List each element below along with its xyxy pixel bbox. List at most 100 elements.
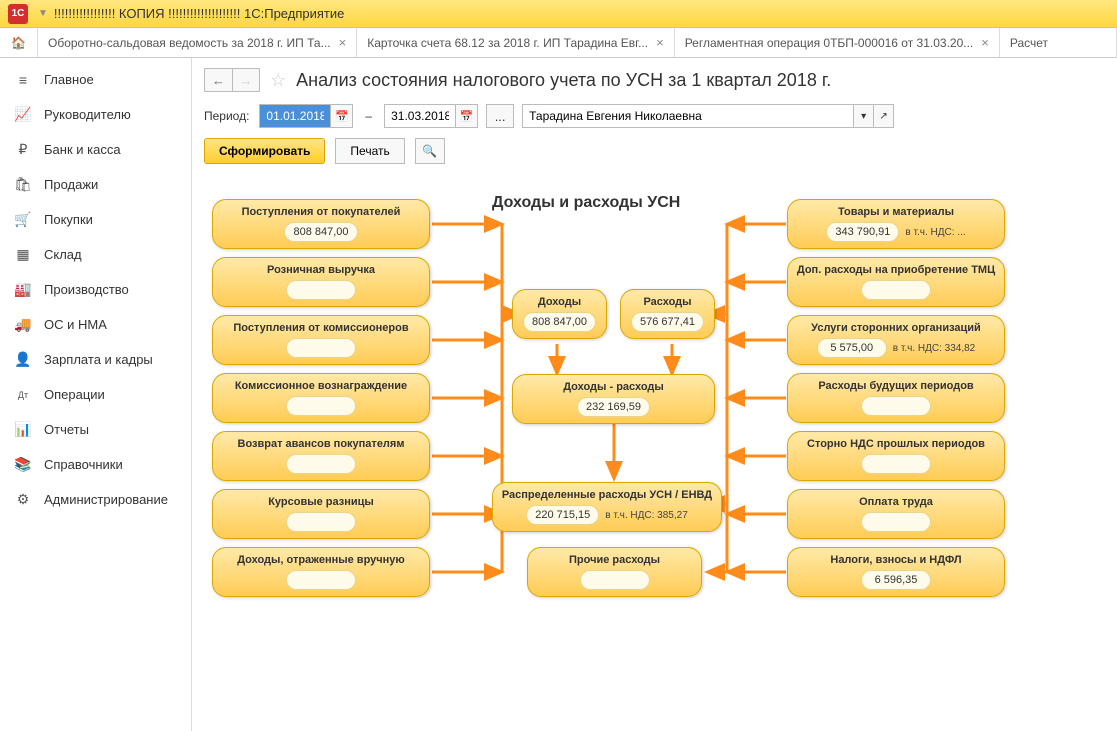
block-title: Доходы <box>521 296 598 308</box>
close-icon[interactable]: × <box>656 35 664 50</box>
nav-main[interactable]: ≡Главное <box>0 62 191 97</box>
nav-label: Справочники <box>44 457 123 472</box>
nav-production[interactable]: 🏭Производство <box>0 272 191 307</box>
menu-icon: ≡ <box>14 71 32 89</box>
nav-bank[interactable]: ₽Банк и касса <box>0 132 191 167</box>
diagram-title: Доходы и расходы УСН <box>492 194 680 212</box>
dropdown-icon[interactable]: ▾ <box>853 105 873 127</box>
block-value: 808 847,00 <box>523 312 596 332</box>
nav-label: Отчеты <box>44 422 89 437</box>
sidebar: ≡Главное 📈 Руководителю ₽Банк и касса 🛍Пр… <box>0 58 192 731</box>
person-select[interactable]: ▾ ↗ <box>522 104 894 128</box>
content-header: ← → ☆ Анализ состояния налогового учета … <box>192 58 1117 98</box>
block-return[interactable]: Возврат авансов покупателям <box>212 431 430 481</box>
nav-sales[interactable]: 🛍Продажи <box>0 167 191 202</box>
title-dropdown-icon[interactable]: ▼ <box>38 8 48 19</box>
cart-icon: 🛒 <box>14 211 32 229</box>
block-commission[interactable]: Комиссионное вознаграждение <box>212 373 430 423</box>
toolbar: Период: 📅 – 📅 ... ▾ ↗ <box>192 98 1117 134</box>
generate-button[interactable]: Сформировать <box>204 138 325 164</box>
close-icon[interactable]: × <box>339 35 347 50</box>
block-value <box>861 454 931 474</box>
block-expense[interactable]: Расходы576 677,41 <box>620 289 715 339</box>
ruble-icon: ₽ <box>14 141 32 159</box>
nav-label: Администрирование <box>44 492 168 507</box>
nav-salary[interactable]: 👤Зарплата и кадры <box>0 342 191 377</box>
nav-label: ОС и НМА <box>44 317 107 332</box>
block-manual-income[interactable]: Доходы, отраженные вручную <box>212 547 430 597</box>
block-diff[interactable]: Доходы - расходы 232 169,59 <box>512 374 715 424</box>
block-buyers[interactable]: Поступления от покупателей808 847,00 <box>212 199 430 249</box>
block-retail[interactable]: Розничная выручка <box>212 257 430 307</box>
block-title: Расходы <box>629 296 706 308</box>
nav-assets[interactable]: 🚚ОС и НМА <box>0 307 191 342</box>
block-title: Прочие расходы <box>536 554 693 566</box>
nav-label: Склад <box>44 247 82 262</box>
date-from-field[interactable] <box>260 105 330 127</box>
tab-0[interactable]: Оборотно-сальдовая ведомость за 2018 г. … <box>38 28 357 57</box>
block-note: в т.ч. НДС: ... <box>905 227 965 238</box>
block-other[interactable]: Прочие расходы <box>527 547 702 597</box>
nav-label: Руководителю <box>44 107 131 122</box>
block-services[interactable]: Услуги сторонних организаций5 575,00в т.… <box>787 315 1005 365</box>
dtkt-icon: Дт <box>14 386 32 404</box>
block-title: Расходы будущих периодов <box>796 380 996 392</box>
block-goods[interactable]: Товары и материалы343 790,91в т.ч. НДС: … <box>787 199 1005 249</box>
nav-admin[interactable]: ⚙Администрирование <box>0 482 191 517</box>
block-value: 232 169,59 <box>577 397 650 417</box>
date-to-input[interactable]: 📅 <box>384 104 478 128</box>
actions: Сформировать Печать 🔍 <box>192 134 1117 174</box>
block-distributed[interactable]: Распределенные расходы УСН / ЕНВД220 715… <box>492 482 722 532</box>
star-icon[interactable]: ☆ <box>270 70 286 91</box>
nav-purchases[interactable]: 🛒Покупки <box>0 202 191 237</box>
block-title: Распределенные расходы УСН / ЕНВД <box>501 489 713 501</box>
block-title: Сторно НДС прошлых периодов <box>796 438 996 450</box>
nav-references[interactable]: 📚 Справочники <box>0 447 191 482</box>
chart-icon: 📈 <box>14 106 32 124</box>
block-income[interactable]: Доходы 808 847,00 <box>512 289 607 339</box>
block-value <box>286 570 356 590</box>
tab-2[interactable]: Регламентная операция 0ТБП-000016 от 31.… <box>675 28 1000 57</box>
back-button[interactable]: ← <box>204 68 232 92</box>
date-to-field[interactable] <box>385 105 455 127</box>
person-icon: 👤 <box>14 351 32 369</box>
nav-operations[interactable]: ДтОперации <box>0 377 191 412</box>
block-title: Доходы, отраженные вручную <box>221 554 421 566</box>
block-title: Доп. расходы на приобретение ТМЦ <box>796 264 996 276</box>
block-value <box>286 280 356 300</box>
diagram-area: Доходы и расходы УСН Поступления от поку… <box>192 174 1117 731</box>
print-button[interactable]: Печать <box>335 138 404 164</box>
home-tab[interactable]: 🏠 <box>0 28 38 57</box>
period-picker-button[interactable]: ... <box>486 104 514 128</box>
nav-warehouse[interactable]: ▦Склад <box>0 237 191 272</box>
date-from-input[interactable]: 📅 <box>259 104 353 128</box>
search-button[interactable]: 🔍 <box>415 138 445 164</box>
block-commissioners[interactable]: Поступления от комиссионеров <box>212 315 430 365</box>
nav-reports[interactable]: 📊Отчеты <box>0 412 191 447</box>
tab-label: Оборотно-сальдовая ведомость за 2018 г. … <box>48 36 331 50</box>
block-taxes[interactable]: Налоги, взносы и НДФЛ6 596,35 <box>787 547 1005 597</box>
block-title: Услуги сторонних организаций <box>796 322 996 334</box>
calendar-icon[interactable]: 📅 <box>330 105 352 127</box>
books-icon: 📚 <box>14 456 32 474</box>
forward-button[interactable]: → <box>232 68 260 92</box>
titlebar: 1С ▼ !!!!!!!!!!!!!!!!! КОПИЯ !!!!!!!!!!!… <box>0 0 1117 28</box>
block-exchange[interactable]: Курсовые разницы <box>212 489 430 539</box>
block-value <box>286 338 356 358</box>
person-field[interactable] <box>523 105 853 127</box>
block-title: Налоги, взносы и НДФЛ <box>796 554 996 566</box>
tab-label: Регламентная операция 0ТБП-000016 от 31.… <box>685 36 974 50</box>
block-future[interactable]: Расходы будущих периодов <box>787 373 1005 423</box>
block-extra-expenses[interactable]: Доп. расходы на приобретение ТМЦ <box>787 257 1005 307</box>
calendar-icon[interactable]: 📅 <box>455 105 477 127</box>
tab-3[interactable]: Расчет <box>1000 28 1117 57</box>
block-labor[interactable]: Оплата труда <box>787 489 1005 539</box>
page-title: Анализ состояния налогового учета по УСН… <box>296 70 831 91</box>
close-icon[interactable]: × <box>981 35 989 50</box>
block-storno[interactable]: Сторно НДС прошлых периодов <box>787 431 1005 481</box>
block-title: Доходы - расходы <box>521 381 706 393</box>
nav-manager[interactable]: 📈 Руководителю <box>0 97 191 132</box>
tab-1[interactable]: Карточка счета 68.12 за 2018 г. ИП Тарад… <box>357 28 675 57</box>
diagram: Доходы и расходы УСН Поступления от поку… <box>202 184 1082 704</box>
open-icon[interactable]: ↗ <box>873 105 893 127</box>
